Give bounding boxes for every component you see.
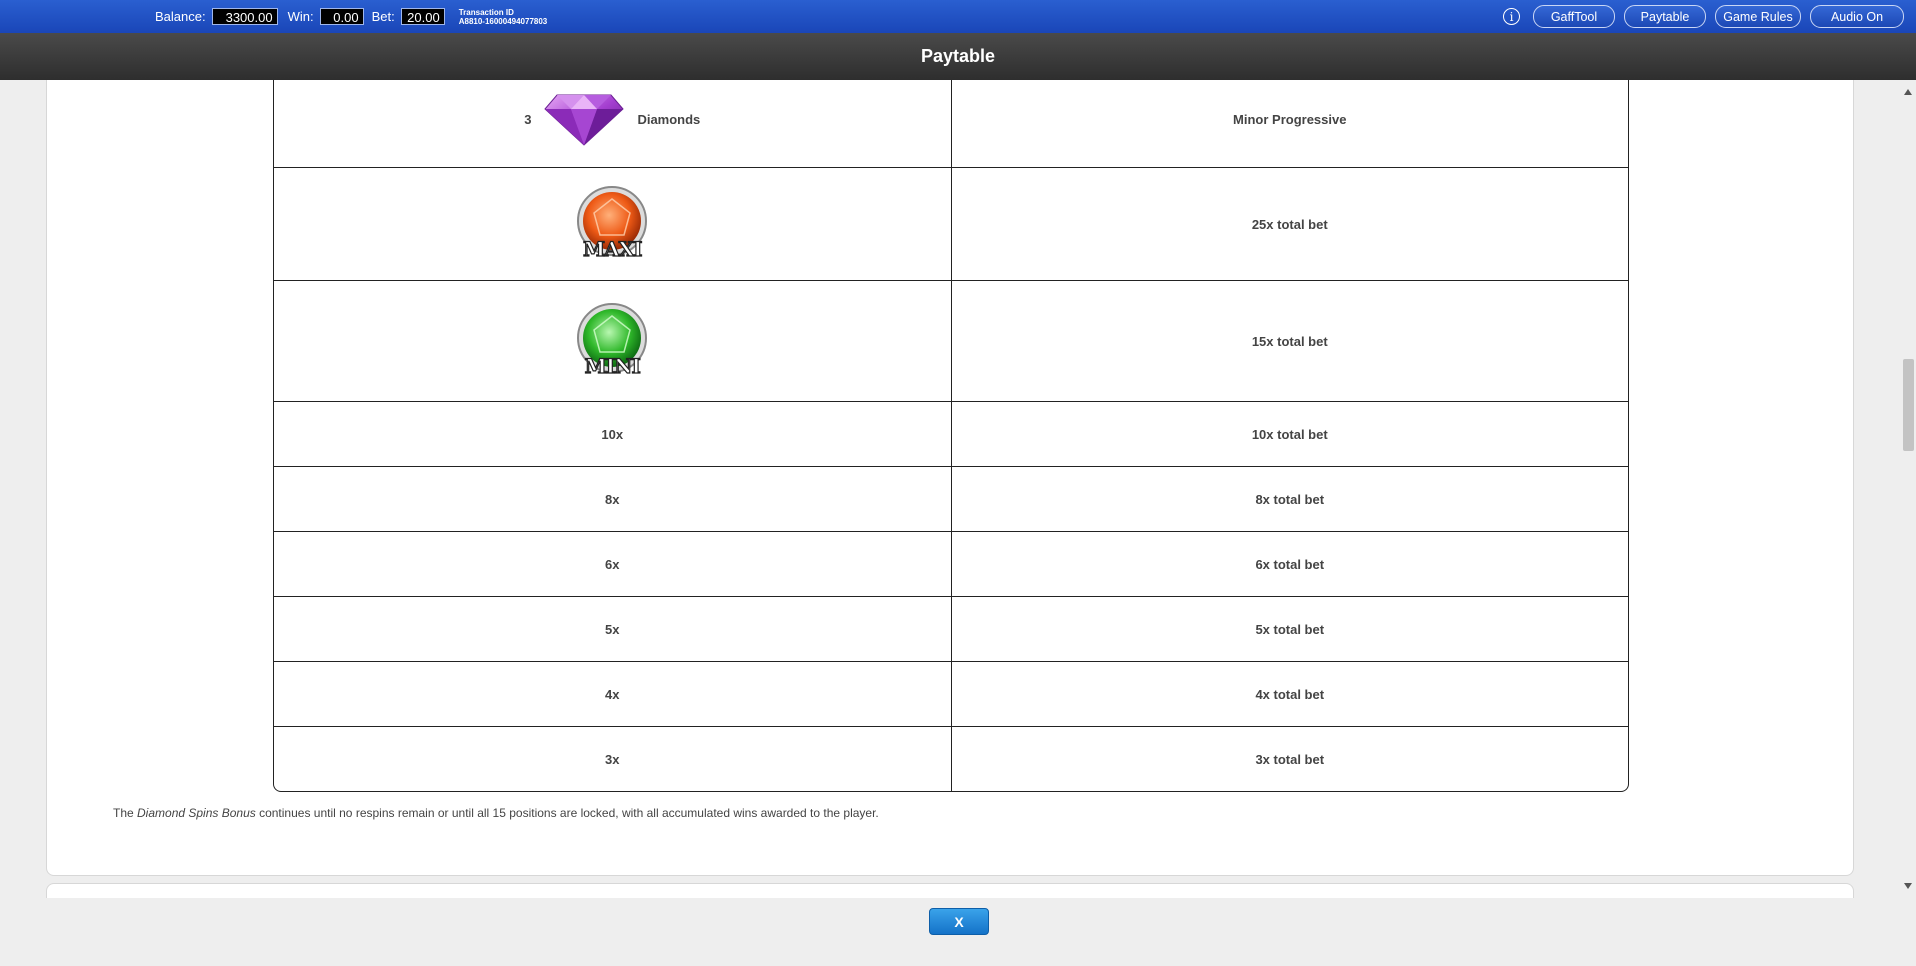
table-row: 5x 5x total bet xyxy=(274,596,1628,661)
table-row: 8x 8x total bet xyxy=(274,466,1628,531)
bonus-description: The Diamond Spins Bonus continues until … xyxy=(113,806,879,820)
award-cell: 3x total bet xyxy=(1255,751,1325,767)
mini-label: MINI xyxy=(584,353,641,378)
table-row: 10x 10x total bet xyxy=(274,401,1628,466)
table-row: MAXI 25x total bet xyxy=(274,167,1628,280)
table-row: 3 Diamonds Minor Progressive xyxy=(274,80,1628,167)
game-rules-button[interactable]: Game Rules xyxy=(1715,5,1801,28)
paytable-table: 3 Diamonds Minor Progressive MAXI 25x to… xyxy=(273,80,1629,792)
symbol-cell: 3x xyxy=(274,727,952,791)
description-prefix: The xyxy=(113,806,138,820)
diamond-symbol-name: Diamonds xyxy=(637,111,701,127)
green-gem-mini-icon: MINI xyxy=(572,302,652,380)
close-button[interactable]: X xyxy=(929,908,989,935)
description-emphasis: Diamond Spins Bonus xyxy=(137,806,256,820)
paytable-panel: 3 Diamonds Minor Progressive MAXI 25x to… xyxy=(46,80,1854,876)
symbol-cell: MINI xyxy=(274,281,952,401)
audio-toggle-button[interactable]: Audio On xyxy=(1810,5,1904,28)
purple-diamond-icon xyxy=(544,94,625,146)
top-bar: Balance: 3300.00 Win: 0.00 Bet: 20.00 Tr… xyxy=(0,0,1916,33)
info-icon[interactable]: i xyxy=(1503,8,1520,25)
table-row: MINI 15x total bet xyxy=(274,280,1628,401)
description-suffix: continues until no respins remain or unt… xyxy=(255,806,879,820)
award-cell: 6x total bet xyxy=(1255,556,1325,572)
award-cell: 10x total bet xyxy=(1251,426,1328,442)
paytable-button[interactable]: Paytable xyxy=(1624,5,1706,28)
scrollbar-track[interactable] xyxy=(1899,80,1916,898)
balance-area: Balance: 3300.00 Win: 0.00 Bet: 20.00 Tr… xyxy=(155,0,547,33)
award-cell: 25x total bet xyxy=(1251,216,1328,232)
symbol-cell: 10x xyxy=(274,402,952,466)
bet-value: 20.00 xyxy=(400,8,445,25)
transaction-id: Transaction ID A8810-16000494077803 xyxy=(459,8,548,26)
top-bar-actions: i GaffTool Paytable Game Rules Audio On xyxy=(1503,5,1904,28)
next-section-panel xyxy=(46,883,1854,898)
scrollbar-thumb[interactable] xyxy=(1903,359,1914,451)
award-cell: 15x total bet xyxy=(1251,333,1328,349)
award-cell: 4x total bet xyxy=(1255,686,1325,702)
table-row: 6x 6x total bet xyxy=(274,531,1628,596)
gafftool-button[interactable]: GaffTool xyxy=(1533,5,1615,28)
scroll-up-arrow-icon[interactable] xyxy=(1904,89,1912,95)
symbol-cell: 3 Diamonds xyxy=(274,80,952,167)
symbol-cell: 8x xyxy=(274,467,952,531)
symbol-cell: MAXI xyxy=(274,168,952,280)
transaction-label: Transaction ID xyxy=(458,7,514,17)
symbol-cell: 4x xyxy=(274,662,952,726)
balance-label: Balance: xyxy=(155,9,206,24)
scroll-down-arrow-icon[interactable] xyxy=(1904,883,1912,889)
page-title: Paytable xyxy=(0,33,1916,80)
win-label: Win: xyxy=(287,9,314,24)
table-row: 4x 4x total bet xyxy=(274,661,1628,726)
symbol-cell: 6x xyxy=(274,532,952,596)
table-row: 3x 3x total bet xyxy=(274,726,1628,791)
orange-gem-maxi-icon: MAXI xyxy=(572,185,652,263)
paytable-scroll-area[interactable]: 3 Diamonds Minor Progressive MAXI 25x to… xyxy=(0,80,1916,898)
symbol-cell: 5x xyxy=(274,597,952,661)
win-value: 0.00 xyxy=(319,8,364,25)
balance-value: 3300.00 xyxy=(211,8,278,25)
award-cell: 8x total bet xyxy=(1255,491,1325,507)
bet-label: Bet: xyxy=(371,9,395,24)
award-cell: 5x total bet xyxy=(1255,621,1325,637)
transaction-value: A8810-16000494077803 xyxy=(458,16,548,26)
award-cell: Minor Progressive xyxy=(1233,111,1347,127)
diamond-count: 3 xyxy=(524,111,532,127)
maxi-label: MAXI xyxy=(582,236,643,261)
